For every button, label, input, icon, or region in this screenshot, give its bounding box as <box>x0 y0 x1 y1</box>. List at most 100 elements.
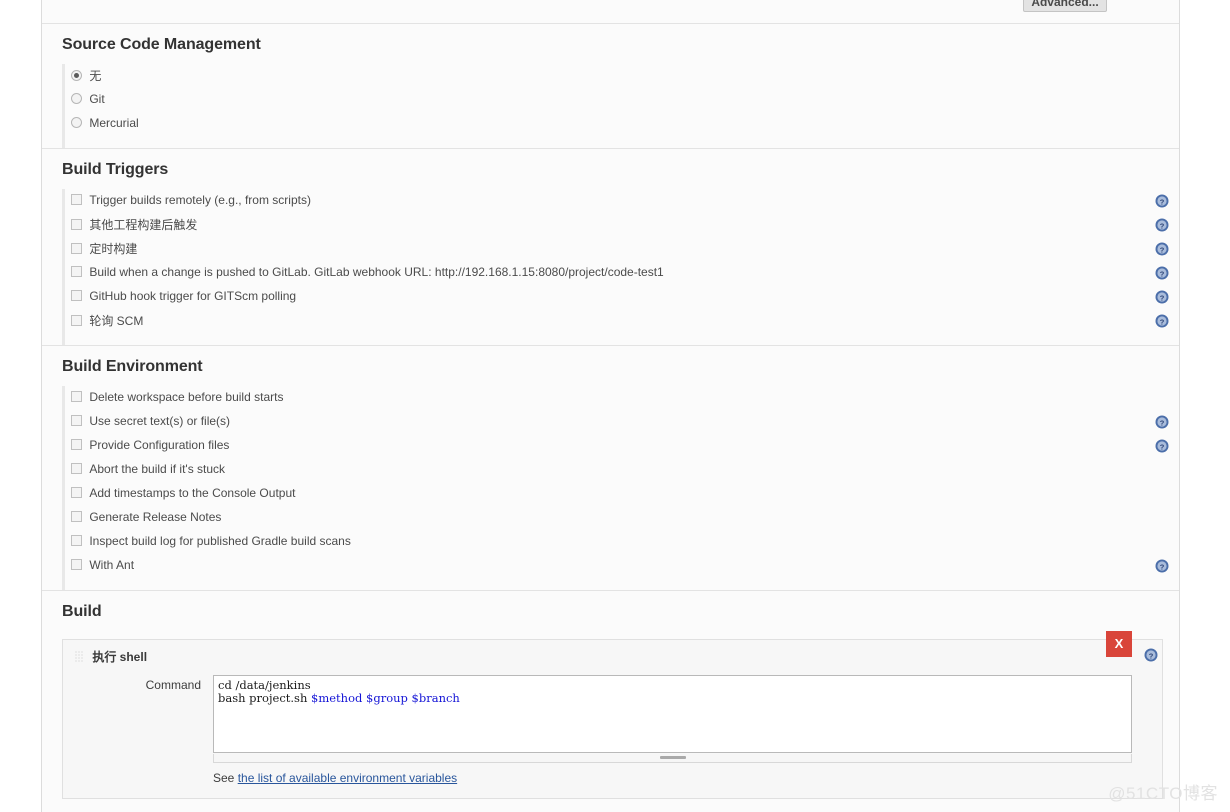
build-environment-section-title: Build Environment <box>62 358 203 375</box>
help-icon[interactable]: ? <box>1155 415 1169 429</box>
env-option-gradle-scans[interactable]: Inspect build log for published Gradle b… <box>65 530 1179 554</box>
scm-option-none[interactable]: 无 <box>65 64 1179 88</box>
scm-option-git[interactable]: Git <box>65 88 1179 112</box>
checkbox-icon[interactable] <box>71 535 82 547</box>
builder-title: 执行 shell <box>92 650 148 664</box>
svg-text:?: ? <box>1160 269 1165 278</box>
section-build-triggers: Build Triggers Trigger builds remotely (… <box>42 148 1179 345</box>
checkbox-icon[interactable] <box>71 439 82 451</box>
command-line-2-prefix: bash project.sh <box>218 691 312 705</box>
help-icon[interactable]: ? <box>1144 648 1158 662</box>
checkbox-icon[interactable] <box>71 559 82 571</box>
builder-execute-shell-panel: 执行 shell X ? Command cd /data/jenkins ba… <box>62 631 1163 799</box>
scm-option-mercurial[interactable]: Mercurial <box>65 112 1179 136</box>
jenkins-config-page: Advanced... Source Code Management 无 Git… <box>0 0 1230 812</box>
checkbox-icon[interactable] <box>71 391 82 403</box>
checkbox-icon[interactable] <box>71 487 82 499</box>
drag-handle-icon[interactable] <box>75 651 84 663</box>
build-triggers-checkbox-group: Trigger builds remotely (e.g., from scri… <box>62 189 1179 345</box>
svg-text:?: ? <box>1160 418 1165 427</box>
env-option-config-files[interactable]: Provide Configuration files ? <box>65 434 1179 458</box>
trigger-option-remote[interactable]: Trigger builds remotely (e.g., from scri… <box>65 189 1179 213</box>
svg-text:?: ? <box>1160 442 1165 451</box>
delete-builder-button[interactable]: X <box>1106 631 1132 657</box>
trigger-option-label: 定时构建 <box>89 242 138 256</box>
section-build-environment: Build Environment Delete workspace befor… <box>42 345 1179 590</box>
svg-text:?: ? <box>1160 197 1165 206</box>
help-icon[interactable]: ? <box>1155 439 1169 453</box>
checkbox-icon[interactable] <box>71 290 82 302</box>
command-textarea[interactable]: cd /data/jenkins bash project.sh $method… <box>213 675 1132 753</box>
env-option-label: Delete workspace before build starts <box>89 389 284 404</box>
scm-radio-group: 无 Git Mercurial <box>62 64 1179 148</box>
see-text: See <box>213 771 238 785</box>
help-icon[interactable]: ? <box>1155 194 1169 208</box>
config-content-pane: Advanced... Source Code Management 无 Git… <box>41 0 1180 812</box>
build-section-title: Build <box>62 603 102 620</box>
svg-text:?: ? <box>1160 293 1165 302</box>
checkbox-icon[interactable] <box>71 219 82 230</box>
checkbox-icon[interactable] <box>71 463 82 475</box>
trigger-option-gitlab-push[interactable]: Build when a change is pushed to GitLab.… <box>65 261 1179 285</box>
trigger-option-label: 轮询 SCM <box>89 314 144 328</box>
command-label: Command <box>145 678 201 692</box>
env-option-label: Use secret text(s) or file(s) <box>89 413 231 428</box>
command-row: Command cd /data/jenkins bash project.sh… <box>63 671 1162 795</box>
help-icon[interactable]: ? <box>1155 242 1169 256</box>
trigger-option-label: Trigger builds remotely (e.g., from scri… <box>89 192 311 207</box>
env-option-label: With Ant <box>89 557 135 572</box>
env-option-label: Inspect build log for published Gradle b… <box>89 533 351 548</box>
build-triggers-section-title: Build Triggers <box>62 161 169 178</box>
env-option-delete-workspace[interactable]: Delete workspace before build starts <box>65 386 1179 410</box>
checkbox-icon[interactable] <box>71 194 82 206</box>
section-source-code-management: Source Code Management 无 Git Mercurial <box>42 23 1179 148</box>
env-option-label: Abort the build if it's stuck <box>89 461 226 476</box>
trigger-option-label: GitHub hook trigger for GITScm polling <box>89 288 297 303</box>
svg-text:?: ? <box>1160 562 1165 571</box>
textarea-resize-bar[interactable] <box>213 754 1132 763</box>
env-option-timestamps[interactable]: Add timestamps to the Console Output <box>65 482 1179 506</box>
advanced-button[interactable]: Advanced... <box>1023 0 1107 12</box>
checkbox-icon[interactable] <box>71 243 82 254</box>
help-icon[interactable]: ? <box>1155 290 1169 304</box>
help-icon[interactable]: ? <box>1155 218 1169 232</box>
section-build: Build 执行 shell X ? Command cd /data/jenk… <box>42 590 1179 799</box>
checkbox-icon[interactable] <box>71 511 82 523</box>
trigger-option-after-other-projects[interactable]: 其他工程构建后触发 ? <box>65 213 1179 237</box>
advanced-strip: Advanced... <box>42 0 1179 23</box>
checkbox-icon[interactable] <box>71 415 82 427</box>
checkbox-icon[interactable] <box>71 266 82 278</box>
env-option-with-ant[interactable]: With Ant ? <box>65 554 1179 578</box>
resize-grip-icon[interactable] <box>659 756 686 759</box>
scm-option-label: Mercurial <box>89 115 139 130</box>
svg-text:?: ? <box>1149 651 1154 660</box>
env-option-secret-text[interactable]: Use secret text(s) or file(s) ? <box>65 410 1179 434</box>
scm-section-title: Source Code Management <box>62 36 261 53</box>
scm-option-label: Git <box>89 91 105 106</box>
command-line-1: cd /data/jenkins <box>218 678 311 692</box>
help-icon[interactable]: ? <box>1155 314 1169 328</box>
command-field-wrapper: cd /data/jenkins bash project.sh $method… <box>213 675 1162 795</box>
env-option-abort-stuck[interactable]: Abort the build if it's stuck <box>65 458 1179 482</box>
svg-text:?: ? <box>1160 245 1165 254</box>
checkbox-icon[interactable] <box>71 315 82 326</box>
env-option-release-notes[interactable]: Generate Release Notes <box>65 506 1179 530</box>
builder-header: 执行 shell X ? <box>63 631 1162 671</box>
build-environment-checkbox-group: Delete workspace before build starts Use… <box>62 386 1179 590</box>
radio-icon[interactable] <box>71 117 82 129</box>
env-variables-row: See the list of available environment va… <box>213 763 1132 795</box>
scm-option-label: 无 <box>89 69 102 83</box>
radio-icon[interactable] <box>71 70 82 81</box>
env-option-label: Generate Release Notes <box>89 509 222 524</box>
env-option-label: Add timestamps to the Console Output <box>89 485 296 500</box>
trigger-option-scheduled[interactable]: 定时构建 ? <box>65 237 1179 261</box>
help-icon[interactable]: ? <box>1155 266 1169 280</box>
trigger-option-github-hook[interactable]: GitHub hook trigger for GITScm polling ? <box>65 285 1179 309</box>
svg-text:?: ? <box>1160 317 1165 326</box>
command-variables: $method $group $branch <box>311 691 460 705</box>
help-icon[interactable]: ? <box>1155 559 1169 573</box>
radio-icon[interactable] <box>71 93 82 105</box>
trigger-option-poll-scm[interactable]: 轮询 SCM ? <box>65 309 1179 333</box>
trigger-option-label: 其他工程构建后触发 <box>89 218 198 232</box>
env-variables-link[interactable]: the list of available environment variab… <box>238 771 457 785</box>
